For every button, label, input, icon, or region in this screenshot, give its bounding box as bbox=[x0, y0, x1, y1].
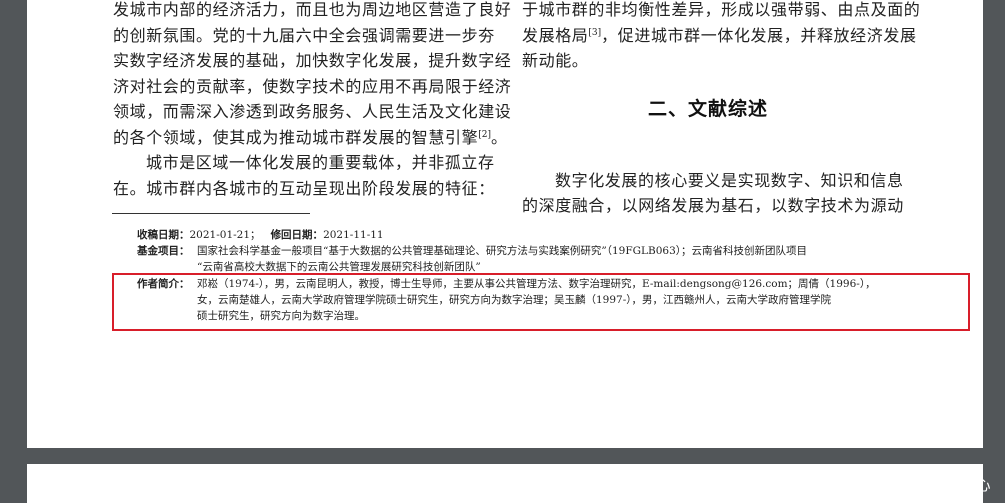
body-line: 数字化发展的核心要义是实现数字、知识和信息 bbox=[555, 170, 904, 190]
pdf-page: 发城市内部的经济活力，而且也为周边地区营造了良好 的创新氛围。党的十九届六中全会… bbox=[27, 0, 983, 448]
body-line: 的创新氛围。党的十九届六中全会强调需要进一步夯 bbox=[113, 25, 495, 45]
body-line: 济对社会的贡献率，使数字技术的应用不再局限于经济 bbox=[113, 76, 512, 96]
highlight-box bbox=[112, 273, 970, 331]
body-text: 发展格局 bbox=[522, 25, 589, 45]
pdf-page-next bbox=[27, 464, 983, 503]
body-line: 城市是区域一体化发展的重要载体，并非孤立存 bbox=[146, 153, 495, 172]
body-line: 在。城市群内各城市的互动呈现出阶段发展的特征： bbox=[113, 178, 495, 198]
footnote-divider bbox=[112, 213, 310, 214]
citation-ref: [3] bbox=[588, 27, 602, 38]
left-text-column: 发城市内部的经济活力，而且也为周边地区营造了良好 的创新氛围。党的十九届六中全会… bbox=[113, 0, 512, 201]
revised-value: 2021-11-11 bbox=[323, 229, 384, 241]
body-line: 发城市内部的经济活力，而且也为周边地区营造了良好 bbox=[113, 0, 512, 19]
received-label: 收稿日期： bbox=[137, 229, 190, 241]
body-line: 新动能。 bbox=[522, 51, 589, 70]
revised-label: 修回日期： bbox=[270, 229, 324, 241]
fund-label: 基金项目： bbox=[137, 245, 190, 257]
fund-line: 国家社会科学基金一般项目“基于大数据的公共管理基础理论、研究方法与实践案例研究”… bbox=[197, 245, 807, 257]
received-value: 2021-01-21； bbox=[189, 229, 261, 241]
body-line: 领域，而需深入渗透到政务服务、人民生活及文化建设 bbox=[113, 102, 512, 121]
body-text: ，促进城市群一体化发展，并释放经济发展 bbox=[601, 25, 917, 45]
body-line: 发展格局[3]，促进城市群一体化发展，并释放经济发展 bbox=[522, 23, 916, 49]
body-line: 的深度融合，以网络发展为基石，以数字技术为源动 bbox=[522, 196, 904, 215]
body-text: 。 bbox=[490, 127, 508, 147]
citation-ref: [2] bbox=[478, 129, 491, 140]
section-heading: 二、文献综述 bbox=[648, 98, 769, 120]
body-line: 实数字经济发展的基础，加快数字化发展，提升数字经 bbox=[113, 51, 512, 70]
body-line: 的各个领域，使其成为推动城市群发展的智慧引擎[2]。 bbox=[113, 125, 507, 151]
body-text: 的各个领域，使其成为推动城市群发展的智慧引擎 bbox=[113, 127, 479, 147]
watermark: CSDN @不违我心 bbox=[863, 476, 991, 494]
body-line: 于城市群的非均衡性差异，形成以强带弱、由点及面的 bbox=[522, 0, 921, 19]
received-dates: 收稿日期：2021-01-21； 修回日期：2021-11-11 bbox=[137, 227, 384, 244]
